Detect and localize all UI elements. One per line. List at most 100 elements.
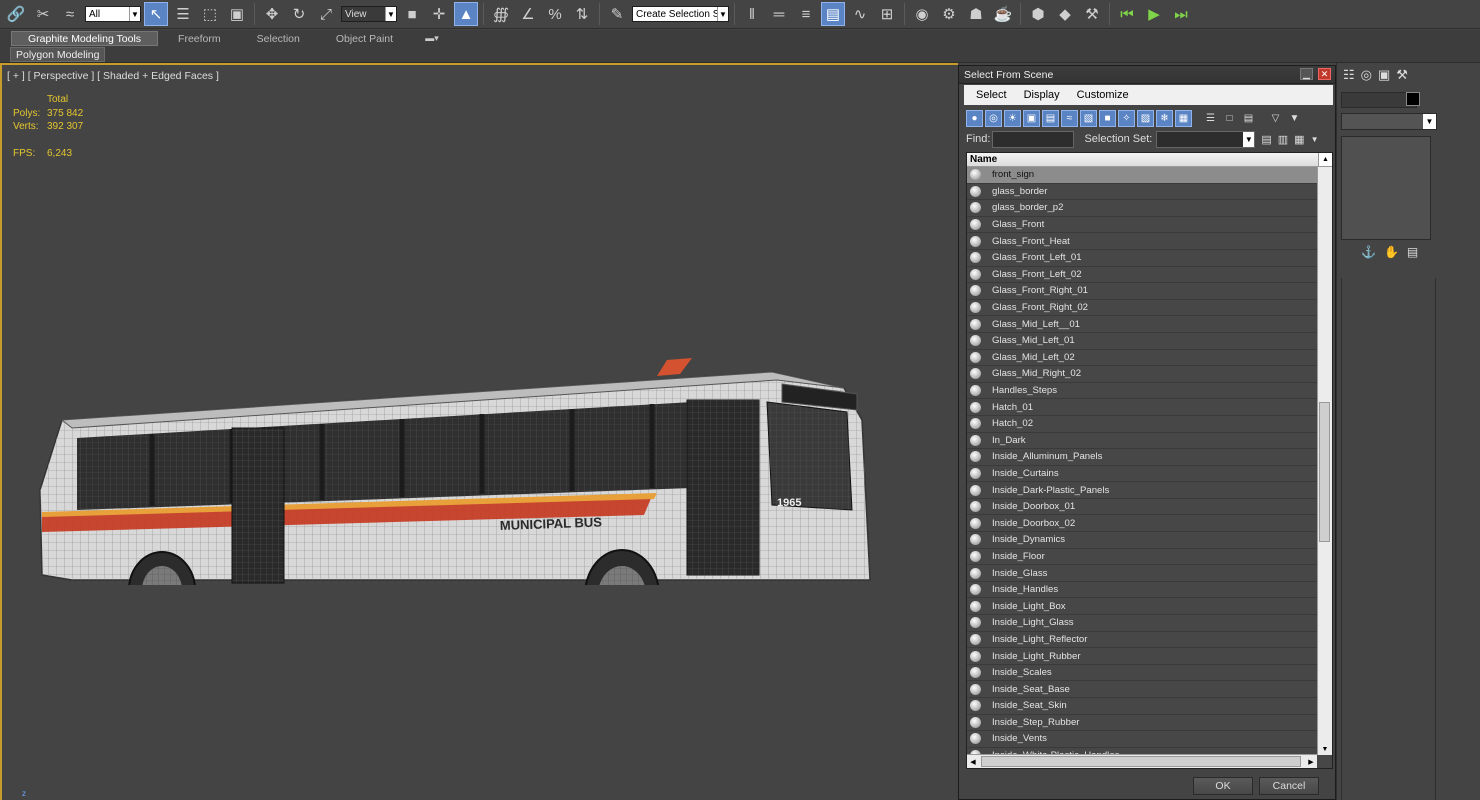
create-selection-set-icon[interactable]: ▤ bbox=[1261, 133, 1271, 146]
list-item[interactable]: Inside_Scales bbox=[967, 664, 1317, 682]
list-item[interactable]: Glass_Front_Right_02 bbox=[967, 299, 1317, 317]
render-production-icon[interactable]: ☕ bbox=[991, 2, 1015, 26]
list-item[interactable]: Inside_Alluminum_Panels bbox=[967, 449, 1317, 466]
render-setup-icon[interactable]: ⚙ bbox=[937, 2, 961, 26]
modifier-stack[interactable] bbox=[1341, 136, 1431, 240]
display-frozen-icon[interactable]: ❄ bbox=[1156, 109, 1173, 127]
reference-coordinate-dropdown[interactable]: View ▼ bbox=[341, 6, 397, 22]
display-geometry-icon[interactable]: ● bbox=[966, 109, 983, 127]
scene-object-list[interactable]: Name ▲ front_sign glass_border glass_borde… bbox=[966, 152, 1333, 769]
cancel-button[interactable]: Cancel bbox=[1259, 777, 1319, 795]
tab-selection[interactable]: Selection bbox=[241, 31, 316, 46]
list-item[interactable]: In_Dark bbox=[967, 432, 1317, 450]
list-item[interactable]: Inside_Handles bbox=[967, 581, 1317, 599]
hierarchy-tab-icon[interactable]: ☷ bbox=[1343, 67, 1355, 83]
next-keyframe-icon[interactable]: ⏭ bbox=[1169, 2, 1193, 26]
prev-keyframe-icon[interactable]: ⏮ bbox=[1115, 2, 1139, 26]
configure-sets-icon[interactable]: ▤ bbox=[1407, 245, 1418, 259]
polygon-modeling-button[interactable]: Polygon Modeling bbox=[10, 47, 106, 62]
minimize-icon[interactable]: ▁ bbox=[1300, 68, 1313, 80]
spinner-snap-icon[interactable]: ⇅ bbox=[570, 2, 594, 26]
schematic-view-icon[interactable]: ⊞ bbox=[875, 2, 899, 26]
perspective-viewport[interactable]: [ + ] [ Perspective ] [ Shaded + Edged F… bbox=[0, 63, 958, 800]
close-icon[interactable]: ✕ bbox=[1318, 68, 1331, 80]
percent-snap-icon[interactable]: % bbox=[543, 2, 567, 26]
move-icon[interactable]: ✥ bbox=[260, 2, 284, 26]
list-item[interactable]: Glass_Mid_Right_02 bbox=[967, 366, 1317, 383]
filter-icon[interactable]: ▽ bbox=[1267, 110, 1284, 127]
display-lights-icon[interactable]: ☀ bbox=[1004, 109, 1021, 127]
remove-from-selection-set-icon[interactable]: ▦ bbox=[1294, 133, 1304, 146]
list-item[interactable]: Glass_Mid_Left_02 bbox=[967, 349, 1317, 367]
display-hidden-icon[interactable]: ▦ bbox=[1175, 109, 1192, 127]
list-item[interactable]: Hatch_02 bbox=[967, 415, 1317, 433]
list-item[interactable]: Glass_Front_Left_02 bbox=[967, 266, 1317, 284]
list-item[interactable]: Inside_Doorbox_02 bbox=[967, 515, 1317, 533]
menu-display[interactable]: Display bbox=[1024, 89, 1060, 101]
list-item[interactable]: Glass_Front_Left_01 bbox=[967, 249, 1317, 267]
window-crossing-icon[interactable]: ▣ bbox=[225, 2, 249, 26]
vertical-scroll-thumb[interactable] bbox=[1319, 402, 1330, 542]
name-column-header[interactable]: Name ▲ bbox=[967, 153, 1332, 167]
select-none-icon[interactable]: □ bbox=[1221, 110, 1238, 127]
modifier-list-dropdown[interactable]: ▼ bbox=[1341, 113, 1437, 130]
display-helpers-icon[interactable]: ▤ bbox=[1042, 109, 1059, 127]
list-item[interactable]: Inside_Floor bbox=[967, 548, 1317, 566]
display-groups-icon[interactable]: ▧ bbox=[1080, 109, 1097, 127]
unlink-icon[interactable]: ✂ bbox=[31, 2, 55, 26]
edit-named-selection-icon[interactable]: ✎ bbox=[605, 2, 629, 26]
list-item[interactable]: Inside_Doorbox_01 bbox=[967, 498, 1317, 516]
list-item[interactable]: Inside_Light_Reflector bbox=[967, 631, 1317, 649]
list-item[interactable]: glass_border_p2 bbox=[967, 200, 1317, 217]
scroll-right-icon[interactable]: ▶ bbox=[1305, 755, 1317, 768]
list-item[interactable]: Inside_Light_Box bbox=[967, 598, 1317, 616]
list-item[interactable]: Glass_Front_Heat bbox=[967, 233, 1317, 250]
angle-snap-icon[interactable]: ∠ bbox=[516, 2, 540, 26]
select-all-icon[interactable]: ☰ bbox=[1202, 110, 1219, 127]
named-selection-set-dropdown[interactable]: Create Selection Se ▼ bbox=[632, 6, 729, 22]
list-item[interactable]: Inside_Light_Glass bbox=[967, 615, 1317, 632]
scroll-left-icon[interactable]: ◀ bbox=[967, 755, 979, 768]
selection-filter-dropdown[interactable]: All ▼ bbox=[85, 6, 141, 22]
rotate-icon[interactable]: ↻ bbox=[287, 2, 311, 26]
list-item[interactable]: Inside_Dynamics bbox=[967, 532, 1317, 549]
select-invert-icon[interactable]: ▤ bbox=[1240, 110, 1257, 127]
display-shapes-icon[interactable]: ◎ bbox=[985, 109, 1002, 127]
object-color-swatch[interactable] bbox=[1406, 92, 1420, 106]
pivot-center-icon[interactable]: ■ bbox=[400, 2, 424, 26]
add-to-selection-set-icon[interactable]: ▥ bbox=[1278, 133, 1288, 146]
curve-editor-icon[interactable]: ∿ bbox=[848, 2, 872, 26]
viewport-label[interactable]: [ + ] [ Perspective ] [ Shaded + Edged F… bbox=[7, 70, 219, 82]
filter-options-icon[interactable]: ▼ bbox=[1286, 110, 1303, 127]
link-icon[interactable]: 🔗 bbox=[4, 2, 28, 26]
find-options-icon[interactable]: ▼ bbox=[1311, 135, 1319, 144]
bind-space-warp-icon[interactable]: ≈ bbox=[58, 2, 82, 26]
select-by-name-icon[interactable]: ☰ bbox=[171, 2, 195, 26]
show-end-result-icon[interactable]: ✋ bbox=[1384, 245, 1399, 259]
list-item[interactable]: Inside_Light_Rubber bbox=[967, 648, 1317, 665]
list-item[interactable]: Inside_Curtains bbox=[967, 465, 1317, 483]
object-icon[interactable]: ◆ bbox=[1053, 2, 1077, 26]
sort-arrow-icon[interactable]: ▲ bbox=[1318, 153, 1332, 166]
scroll-down-icon[interactable]: ▼ bbox=[1318, 743, 1332, 755]
select-manipulate-icon[interactable]: ✛ bbox=[427, 2, 451, 26]
list-item[interactable]: Inside_Seat_Skin bbox=[967, 698, 1317, 715]
tab-object-paint[interactable]: Object Paint bbox=[320, 31, 409, 46]
align-icon[interactable]: ═ bbox=[767, 2, 791, 26]
list-item[interactable]: Glass_Front bbox=[967, 216, 1317, 234]
keyboard-shortcut-override-icon[interactable]: ▲ bbox=[454, 2, 478, 26]
tab-freeform[interactable]: Freeform bbox=[162, 31, 237, 46]
motion-tab-icon[interactable]: ◎ bbox=[1361, 67, 1372, 83]
list-item[interactable]: front_sign bbox=[967, 167, 1317, 184]
mirror-icon[interactable]: ‖ bbox=[740, 2, 764, 26]
snap-toggle-icon[interactable]: ∰ bbox=[489, 2, 513, 26]
play-keyframe-icon[interactable]: ▶ bbox=[1142, 2, 1166, 26]
find-input[interactable] bbox=[992, 130, 1075, 148]
bus-model[interactable]: MUNICIPAL BUS 1965 bbox=[32, 310, 882, 585]
dialog-title-bar[interactable]: Select From Scene ▁ ✕ bbox=[959, 66, 1335, 84]
display-tab-icon[interactable]: ▣ bbox=[1378, 67, 1390, 83]
horizontal-scroll-thumb[interactable] bbox=[981, 756, 1301, 767]
tab-graphite-modeling-tools[interactable]: Graphite Modeling Tools bbox=[11, 31, 159, 46]
tool-icon[interactable]: ⚒ bbox=[1080, 2, 1104, 26]
list-item[interactable]: Inside_Step_Rubber bbox=[967, 714, 1317, 732]
